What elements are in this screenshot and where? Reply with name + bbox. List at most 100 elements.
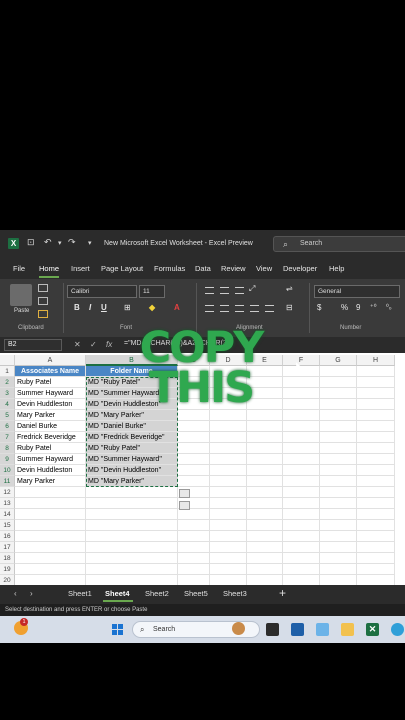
cell-b15[interactable] (86, 520, 178, 531)
customize-qat-icon[interactable]: ▾ (88, 239, 92, 247)
cell-b2[interactable]: MD "Ruby Patel" (86, 377, 178, 388)
cell-c10[interactable] (178, 465, 210, 476)
cell-a1[interactable]: Associates Name (15, 366, 86, 377)
cell-c8[interactable] (178, 443, 210, 454)
row-header-9[interactable]: 9 (0, 454, 15, 465)
cell-b12[interactable] (86, 487, 178, 498)
cell-f11[interactable] (283, 476, 320, 487)
font-name-dropdown[interactable]: Calibri (67, 285, 137, 298)
cell-c2[interactable] (178, 377, 210, 388)
cell-f4[interactable] (283, 399, 320, 410)
row-header-14[interactable]: 14 (0, 509, 15, 520)
cell-b4[interactable]: MD "Devin Huddleston" (86, 399, 178, 410)
cell-b17[interactable] (86, 542, 178, 553)
row-header-5[interactable]: 5 (0, 410, 15, 421)
row-header-17[interactable]: 17 (0, 542, 15, 553)
cell-b18[interactable] (86, 553, 178, 564)
cell-a9[interactable]: Summer Hayward (15, 454, 86, 465)
cell-f18[interactable] (283, 553, 320, 564)
cancel-entry-icon[interactable]: ✕ (74, 340, 81, 349)
cell-h16[interactable] (357, 531, 395, 542)
cell-a13[interactable] (15, 498, 86, 509)
cell-g11[interactable] (320, 476, 357, 487)
sheet-tab-sheet1[interactable]: Sheet1 (68, 589, 92, 598)
cell-d14[interactable] (210, 509, 247, 520)
row-header-7[interactable]: 7 (0, 432, 15, 443)
tab-file[interactable]: File (13, 264, 25, 273)
cell-a5[interactable]: Mary Parker (15, 410, 86, 421)
cell-a19[interactable] (15, 564, 86, 575)
cell-b7[interactable]: MD "Fredrick Beveridge" (86, 432, 178, 443)
cell-b5[interactable]: MD "Mary Parker" (86, 410, 178, 421)
cell-f13[interactable] (283, 498, 320, 509)
cell-c18[interactable] (178, 553, 210, 564)
cell-g6[interactable] (320, 421, 357, 432)
comma-button[interactable]: 9 (356, 303, 360, 312)
cell-c14[interactable] (178, 509, 210, 520)
cell-h10[interactable] (357, 465, 395, 476)
cell-c9[interactable] (178, 454, 210, 465)
cell-a7[interactable]: Fredrick Beveridge (15, 432, 86, 443)
cell-c1[interactable] (178, 366, 210, 377)
align-middle-icon[interactable] (220, 287, 229, 294)
undo-icon[interactable]: ↶ (44, 237, 52, 248)
cell-d5[interactable] (210, 410, 247, 421)
excel-icon[interactable]: ✕ (366, 623, 379, 636)
confirm-entry-icon[interactable]: ✓ (90, 340, 97, 349)
cell-e19[interactable] (247, 564, 283, 575)
cell-h6[interactable] (357, 421, 395, 432)
cell-d9[interactable] (210, 454, 247, 465)
cell-c19[interactable] (178, 564, 210, 575)
next-sheet-icon[interactable]: › (30, 589, 33, 598)
cell-f16[interactable] (283, 531, 320, 542)
cell-c7[interactable] (178, 432, 210, 443)
underline-button[interactable]: U (101, 303, 107, 312)
cell-h13[interactable] (357, 498, 395, 509)
column-header-d[interactable]: D (210, 355, 247, 366)
cell-f19[interactable] (283, 564, 320, 575)
cell-f10[interactable] (283, 465, 320, 476)
cell-h1[interactable] (357, 366, 395, 377)
quick-analysis-icon[interactable] (179, 489, 190, 498)
insert-function-icon[interactable]: fx (106, 340, 112, 349)
column-header-c[interactable]: C (178, 355, 210, 366)
cell-d17[interactable] (210, 542, 247, 553)
row-header-16[interactable]: 16 (0, 531, 15, 542)
cell-d8[interactable] (210, 443, 247, 454)
tab-insert[interactable]: Insert (71, 264, 90, 273)
italic-button[interactable]: I (89, 303, 91, 312)
cell-b13[interactable] (86, 498, 178, 509)
cell-a15[interactable] (15, 520, 86, 531)
cell-a14[interactable] (15, 509, 86, 520)
column-header-e[interactable]: E (247, 355, 283, 366)
row-header-4[interactable]: 4 (0, 399, 15, 410)
prev-sheet-icon[interactable]: ‹ (14, 589, 17, 598)
sheet-tab-sheet3[interactable]: Sheet3 (223, 589, 247, 598)
undo-dropdown-icon[interactable]: ▾ (58, 239, 62, 247)
cell-b1[interactable]: Folder Name (86, 366, 178, 377)
cell-a12[interactable] (15, 487, 86, 498)
tab-home[interactable]: Home (39, 264, 59, 273)
cell-b19[interactable] (86, 564, 178, 575)
add-sheet-button[interactable]: + (279, 586, 286, 600)
tab-view[interactable]: View (256, 264, 272, 273)
name-box[interactable]: B2 (4, 339, 62, 351)
cell-e2[interactable] (247, 377, 283, 388)
cell-d16[interactable] (210, 531, 247, 542)
cell-h2[interactable] (357, 377, 395, 388)
cell-c4[interactable] (178, 399, 210, 410)
column-header-b[interactable]: B (86, 355, 178, 366)
cell-e7[interactable] (247, 432, 283, 443)
cell-c15[interactable] (178, 520, 210, 531)
row-header-15[interactable]: 15 (0, 520, 15, 531)
cell-e18[interactable] (247, 553, 283, 564)
cell-a18[interactable] (15, 553, 86, 564)
cell-a6[interactable]: Daniel Burke (15, 421, 86, 432)
cell-e13[interactable] (247, 498, 283, 509)
cell-b6[interactable]: MD "Daniel Burke" (86, 421, 178, 432)
row-header-19[interactable]: 19 (0, 564, 15, 575)
cell-e3[interactable] (247, 388, 283, 399)
cell-h18[interactable] (357, 553, 395, 564)
cell-e8[interactable] (247, 443, 283, 454)
cell-f17[interactable] (283, 542, 320, 553)
